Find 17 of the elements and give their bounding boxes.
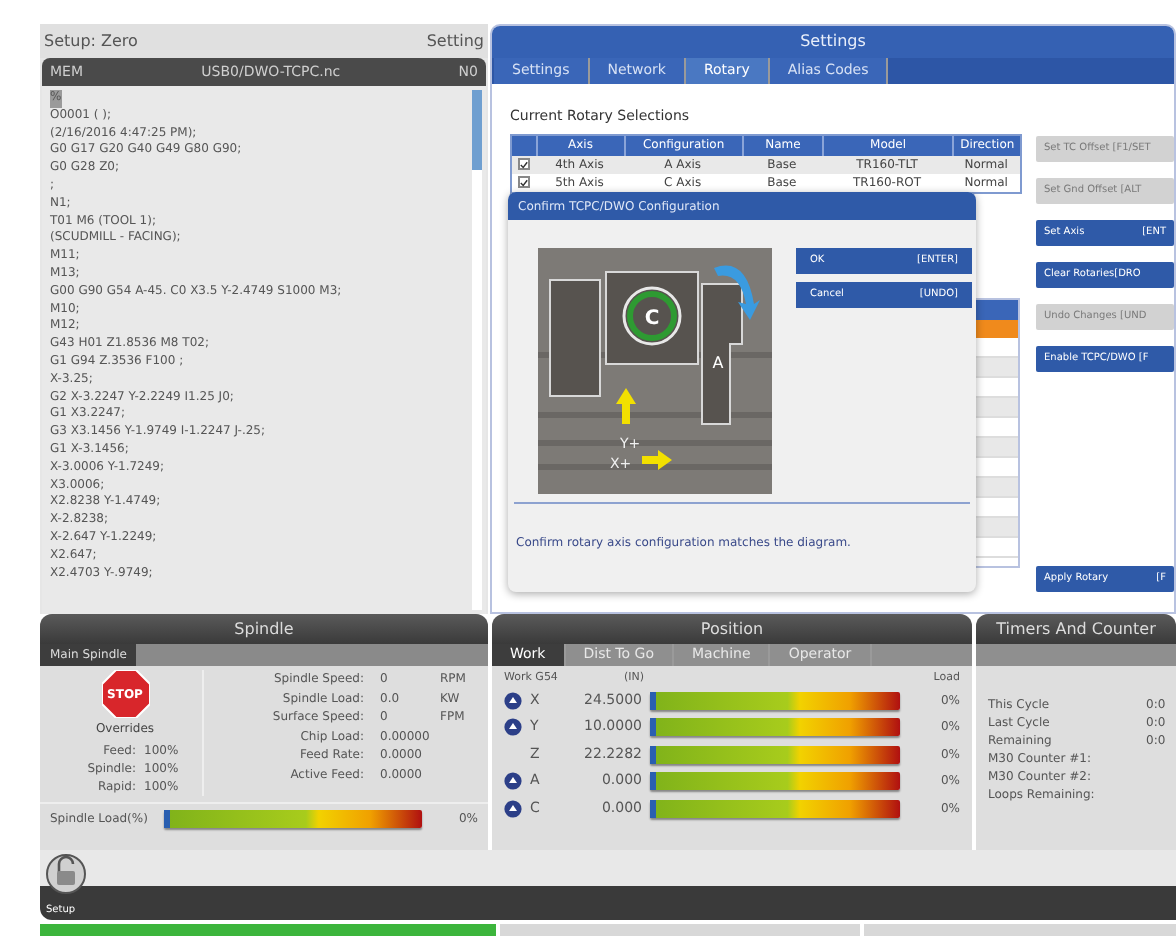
row-checkbox[interactable]	[517, 176, 530, 188]
tilt-axis-label: A	[712, 354, 724, 372]
axis-jog-icon[interactable]	[504, 772, 522, 790]
panel-title: Timers And Counter	[976, 614, 1176, 644]
settings-title: Settings	[492, 26, 1174, 58]
row-checkbox[interactable]	[517, 158, 530, 170]
axis-jog-icon[interactable]	[504, 691, 522, 709]
rotary-axis-label: C	[644, 308, 660, 330]
axis-jog-icon[interactable]	[504, 718, 522, 736]
axis-jog-icon[interactable]	[504, 799, 522, 817]
panel-title: Spindle	[40, 614, 488, 644]
setup-title: Setup: Zero	[44, 29, 138, 53]
mode-label: Setting	[426, 29, 484, 53]
scrollbar[interactable]	[472, 90, 482, 610]
stop-sign-icon	[101, 670, 149, 718]
scroll-thumb[interactable]	[472, 90, 482, 170]
panel-title: Position	[492, 614, 972, 644]
